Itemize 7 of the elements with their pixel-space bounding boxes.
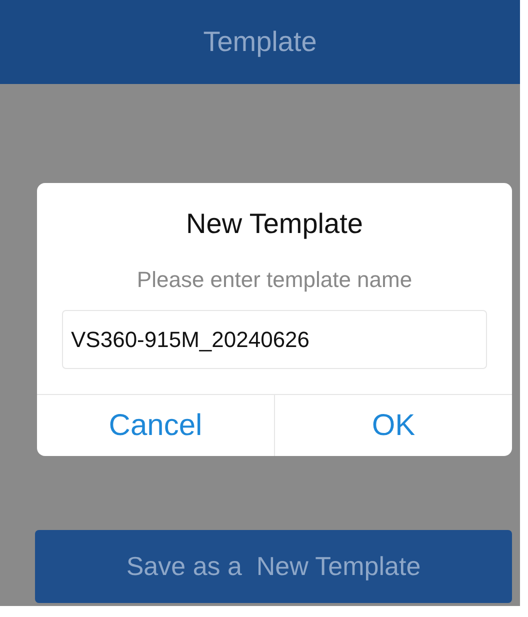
input-field[interactable]: VS360-915M_20240626: [62, 310, 487, 369]
page-title: Template: [203, 25, 317, 59]
dialog-button[interactable]: OK: [274, 395, 512, 456]
dialog-title: New Template: [186, 207, 363, 241]
dialog-message: Please enter template name: [136, 266, 412, 294]
dialog-button[interactable]: Cancel: [37, 395, 274, 456]
save-button[interactable]: Save as a New Template: [35, 530, 512, 603]
